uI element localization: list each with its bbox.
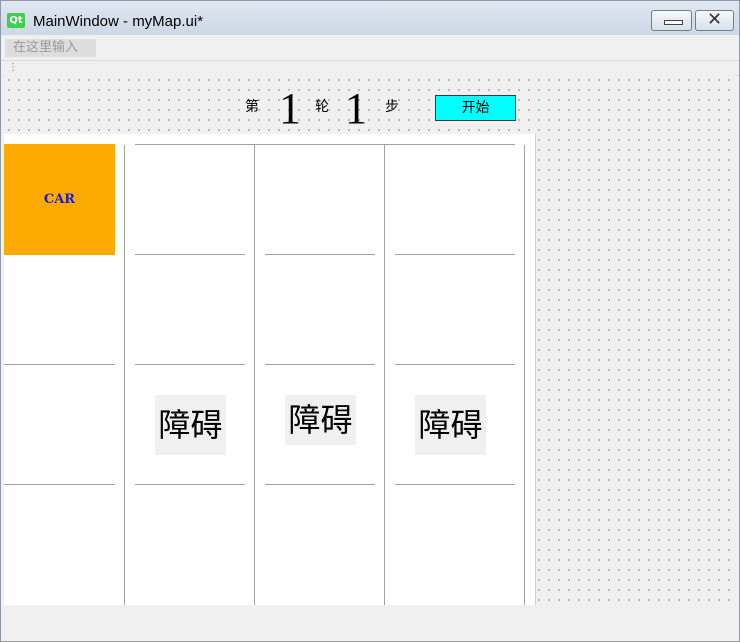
obstacle-cell[interactable]: 障碍: [415, 395, 486, 455]
grid-row-divider: [265, 364, 375, 365]
grid-row-divider: [135, 484, 245, 485]
car-cell[interactable]: CAR: [4, 144, 115, 255]
toolbar: ⋮: [1, 60, 739, 76]
grid-row-divider: [395, 484, 515, 485]
main-window: Qt MainWindow - myMap.ui* ✕ 在这里输入 ⋮ 第 1 …: [0, 0, 740, 642]
grid-row-divider: [395, 254, 515, 255]
grid-row-divider: [395, 364, 515, 365]
close-button[interactable]: ✕: [695, 9, 734, 31]
menu-type-here[interactable]: 在这里输入: [5, 39, 96, 57]
minimize-icon: [664, 20, 683, 25]
grid-column-divider: [124, 145, 125, 605]
step-number: 1: [345, 84, 367, 133]
minimize-button[interactable]: [651, 10, 692, 31]
close-icon: ✕: [706, 9, 723, 30]
label-lun: 轮: [315, 99, 329, 115]
title-bar: Qt MainWindow - myMap.ui* ✕: [1, 1, 739, 35]
grid-row-divider: [135, 254, 245, 255]
grid-row-divider: [135, 144, 515, 145]
round-number: 1: [279, 84, 301, 133]
start-button[interactable]: 开始: [435, 95, 516, 121]
grid-row-divider: [265, 254, 375, 255]
grid-column-divider: [384, 145, 385, 605]
menu-bar: [1, 35, 739, 57]
window-title: MainWindow - myMap.ui*: [33, 13, 204, 30]
obstacle-cell[interactable]: 障碍: [155, 395, 226, 455]
toolbar-handle-icon[interactable]: ⋮: [8, 63, 18, 73]
grid-row-divider: [135, 364, 245, 365]
qt-logo-icon: Qt: [7, 13, 25, 28]
grid-row-divider: [265, 484, 375, 485]
grid-row-divider: [4, 484, 115, 485]
grid-row-divider: [4, 364, 115, 365]
label-di: 第: [245, 99, 259, 115]
label-bu: 步: [385, 99, 399, 115]
obstacle-cell[interactable]: 障碍: [285, 395, 356, 445]
grid-column-divider: [254, 145, 255, 605]
grid-column-divider: [524, 145, 525, 605]
